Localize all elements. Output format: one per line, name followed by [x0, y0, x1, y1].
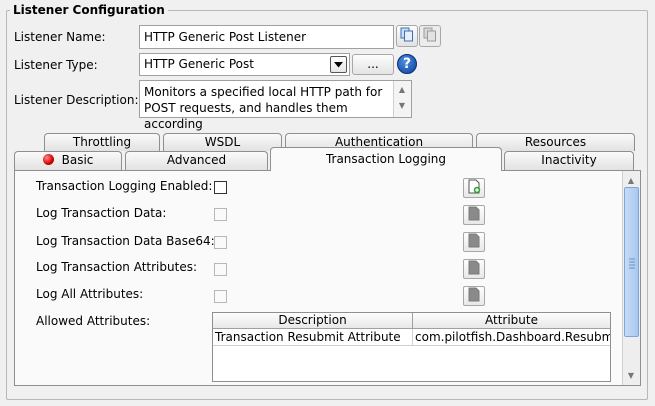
tab-label: Inactivity	[541, 153, 597, 167]
description-line-1: Monitors a specified local HTTP path for	[144, 85, 383, 99]
red-status-icon	[42, 154, 54, 165]
log-all-attributes-label: Log All Attributes:	[36, 287, 144, 301]
paste-icon	[423, 27, 437, 45]
transaction-logging-enabled-label: Transaction Logging Enabled:	[36, 179, 213, 193]
scroll-down-icon[interactable]: ▼	[394, 97, 410, 113]
scroll-down-icon[interactable]: ▼	[623, 367, 639, 383]
listener-type-value: HTTP Generic Post	[144, 57, 254, 71]
column-header-description[interactable]: Description	[213, 313, 413, 329]
copy-button[interactable]	[396, 25, 418, 47]
tab-basic[interactable]: Basic	[14, 151, 122, 170]
transaction-logging-enabled-checkbox[interactable]	[214, 181, 227, 194]
log-transaction-data-base64-checkbox[interactable]	[214, 236, 227, 249]
document-icon	[468, 233, 481, 251]
tab-inactivity[interactable]: Inactivity	[504, 151, 634, 170]
tab-label: Basic	[61, 153, 94, 167]
tab-transaction-logging[interactable]: Transaction Logging	[270, 147, 502, 171]
tab-throttling[interactable]: Throttling	[44, 133, 160, 151]
paste-button[interactable]	[419, 25, 441, 47]
panel-scrollbar[interactable]: ▲ ▼	[622, 171, 640, 385]
column-header-attribute[interactable]: Attribute	[413, 313, 610, 329]
log-transaction-attributes-label: Log Transaction Attributes:	[36, 260, 197, 274]
scroll-thumb[interactable]	[624, 187, 639, 337]
scroll-up-icon[interactable]: ▲	[394, 81, 410, 97]
tab-label: Resources	[524, 135, 587, 149]
log-transaction-attributes-checkbox[interactable]	[214, 263, 227, 276]
document-icon	[468, 287, 481, 305]
tab-label: Advanced	[166, 153, 227, 167]
tab-wsdl[interactable]: WSDL	[163, 133, 282, 151]
group-title: Listener Configuration	[10, 3, 168, 17]
listener-description-label: Listener Description:	[14, 93, 139, 107]
browse-type-button[interactable]: ...	[352, 54, 394, 75]
tab-label: WSDL	[204, 135, 241, 149]
description-line-2: POST requests, and handles them accordin…	[144, 101, 348, 131]
listener-name-field[interactable]: HTTP Generic Post Listener	[139, 25, 394, 49]
log-transaction-data-base64-button[interactable]	[463, 232, 485, 252]
scroll-up-icon[interactable]: ▲	[623, 172, 639, 188]
log-transaction-data-base64-label: Log Transaction Data Base64:	[36, 234, 215, 248]
table-cell-description[interactable]: Transaction Resubmit Attribute	[213, 329, 413, 346]
log-transaction-data-checkbox[interactable]	[214, 208, 227, 221]
help-icon[interactable]: ?	[397, 54, 417, 74]
allowed-attributes-label: Allowed Attributes:	[36, 314, 151, 328]
tab-advanced[interactable]: Advanced	[125, 151, 268, 170]
listener-description-field[interactable]: Monitors a specified local HTTP path for…	[139, 80, 412, 131]
allowed-attributes-table: Description Attribute Transaction Resubm…	[212, 312, 611, 382]
copy-icon	[400, 27, 414, 45]
listener-name-label: Listener Name:	[14, 30, 106, 44]
log-transaction-data-button[interactable]	[463, 205, 485, 225]
log-transaction-attributes-button[interactable]	[463, 259, 485, 279]
description-scrollbar[interactable]: ▲ ▼	[393, 81, 411, 117]
listener-type-select[interactable]: HTTP Generic Post	[139, 53, 350, 76]
log-all-attributes-checkbox[interactable]	[214, 290, 227, 303]
log-all-attributes-button[interactable]	[463, 286, 485, 306]
table-cell-attribute[interactable]: com.pilotfish.Dashboard.Resubmi...	[413, 329, 610, 346]
document-icon	[468, 206, 481, 224]
tab-label: Transaction Logging	[325, 152, 447, 166]
log-transaction-data-label: Log Transaction Data:	[36, 206, 167, 220]
new-document-icon	[468, 179, 481, 197]
chevron-down-icon[interactable]	[330, 56, 347, 73]
listener-type-label: Listener Type:	[14, 58, 98, 72]
tab-label: Throttling	[72, 135, 132, 149]
transaction-logging-enabled-button[interactable]	[463, 178, 485, 198]
document-icon	[468, 260, 481, 278]
transaction-logging-panel: Transaction Logging Enabled: Log Transac…	[14, 170, 641, 386]
